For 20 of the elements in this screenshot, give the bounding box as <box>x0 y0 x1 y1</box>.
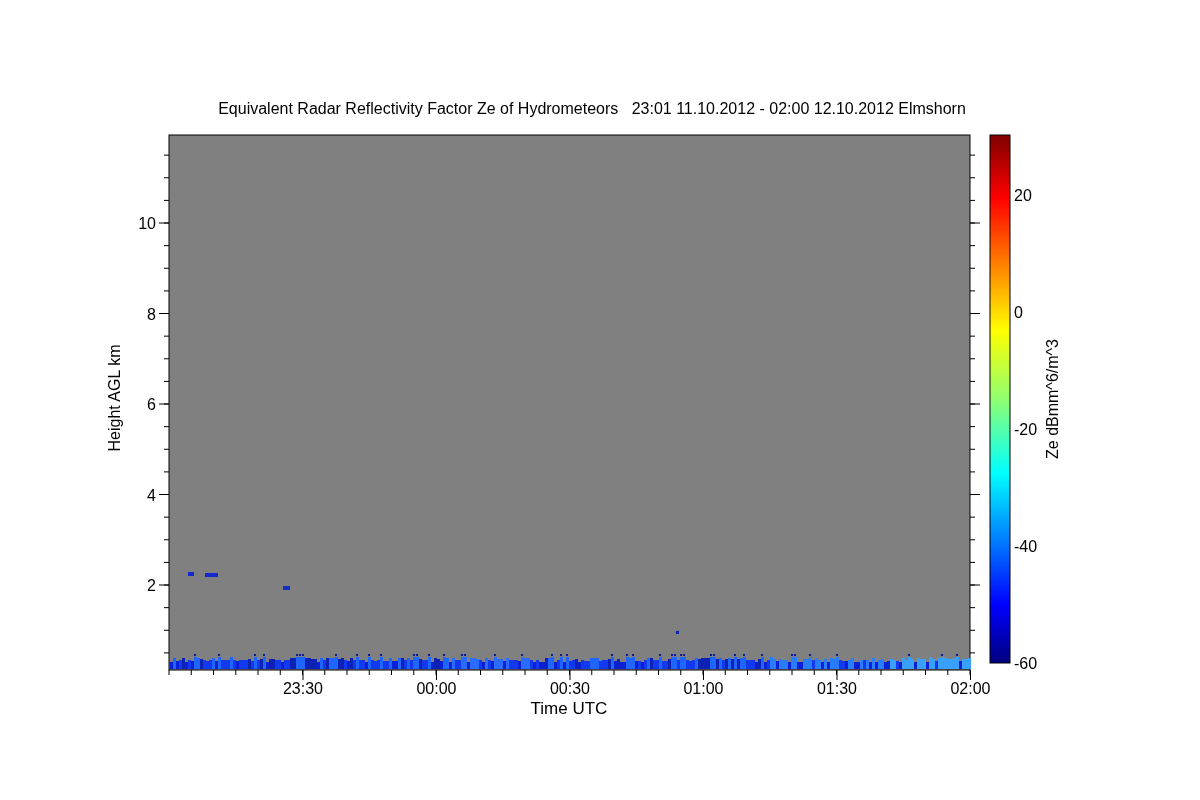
colorbar-tick-label: 0 <box>1014 304 1023 321</box>
x-tick-label: 01:00 <box>683 680 724 697</box>
colorbar-label: Ze dBmm^6/m^3 <box>1044 339 1061 459</box>
chart-title: Equivalent Radar Reflectivity Factor Ze of Hydrometeors 23:01 11.10.2012 - 02:00 12.10.2012 Elmshorn <box>218 100 966 117</box>
y-tick-label: 2 <box>147 577 156 594</box>
x-tick-label: 00:30 <box>550 680 590 697</box>
colorbar-tick-label: 20 <box>1014 187 1032 204</box>
x-axis-label: Time UTC <box>530 699 608 718</box>
x-tick-label: 00:00 <box>416 680 457 697</box>
y-tick-label: 6 <box>147 396 156 413</box>
colorbar-tick-label: -40 <box>1014 538 1038 555</box>
x-tick-label: 02:00 <box>950 680 991 697</box>
x-tick-label: 23:30 <box>283 680 323 697</box>
x-tick-label: 01:30 <box>817 680 857 697</box>
colorbar-tick-label: -60 <box>1014 655 1038 672</box>
y-tick-label: 4 <box>147 486 156 504</box>
y-tick-label: 10 <box>138 215 156 232</box>
y-axis-label: Height AGL km <box>106 344 123 452</box>
colorbar-tick-label: -20 <box>1014 421 1038 438</box>
y-tick-label: 8 <box>147 305 156 323</box>
